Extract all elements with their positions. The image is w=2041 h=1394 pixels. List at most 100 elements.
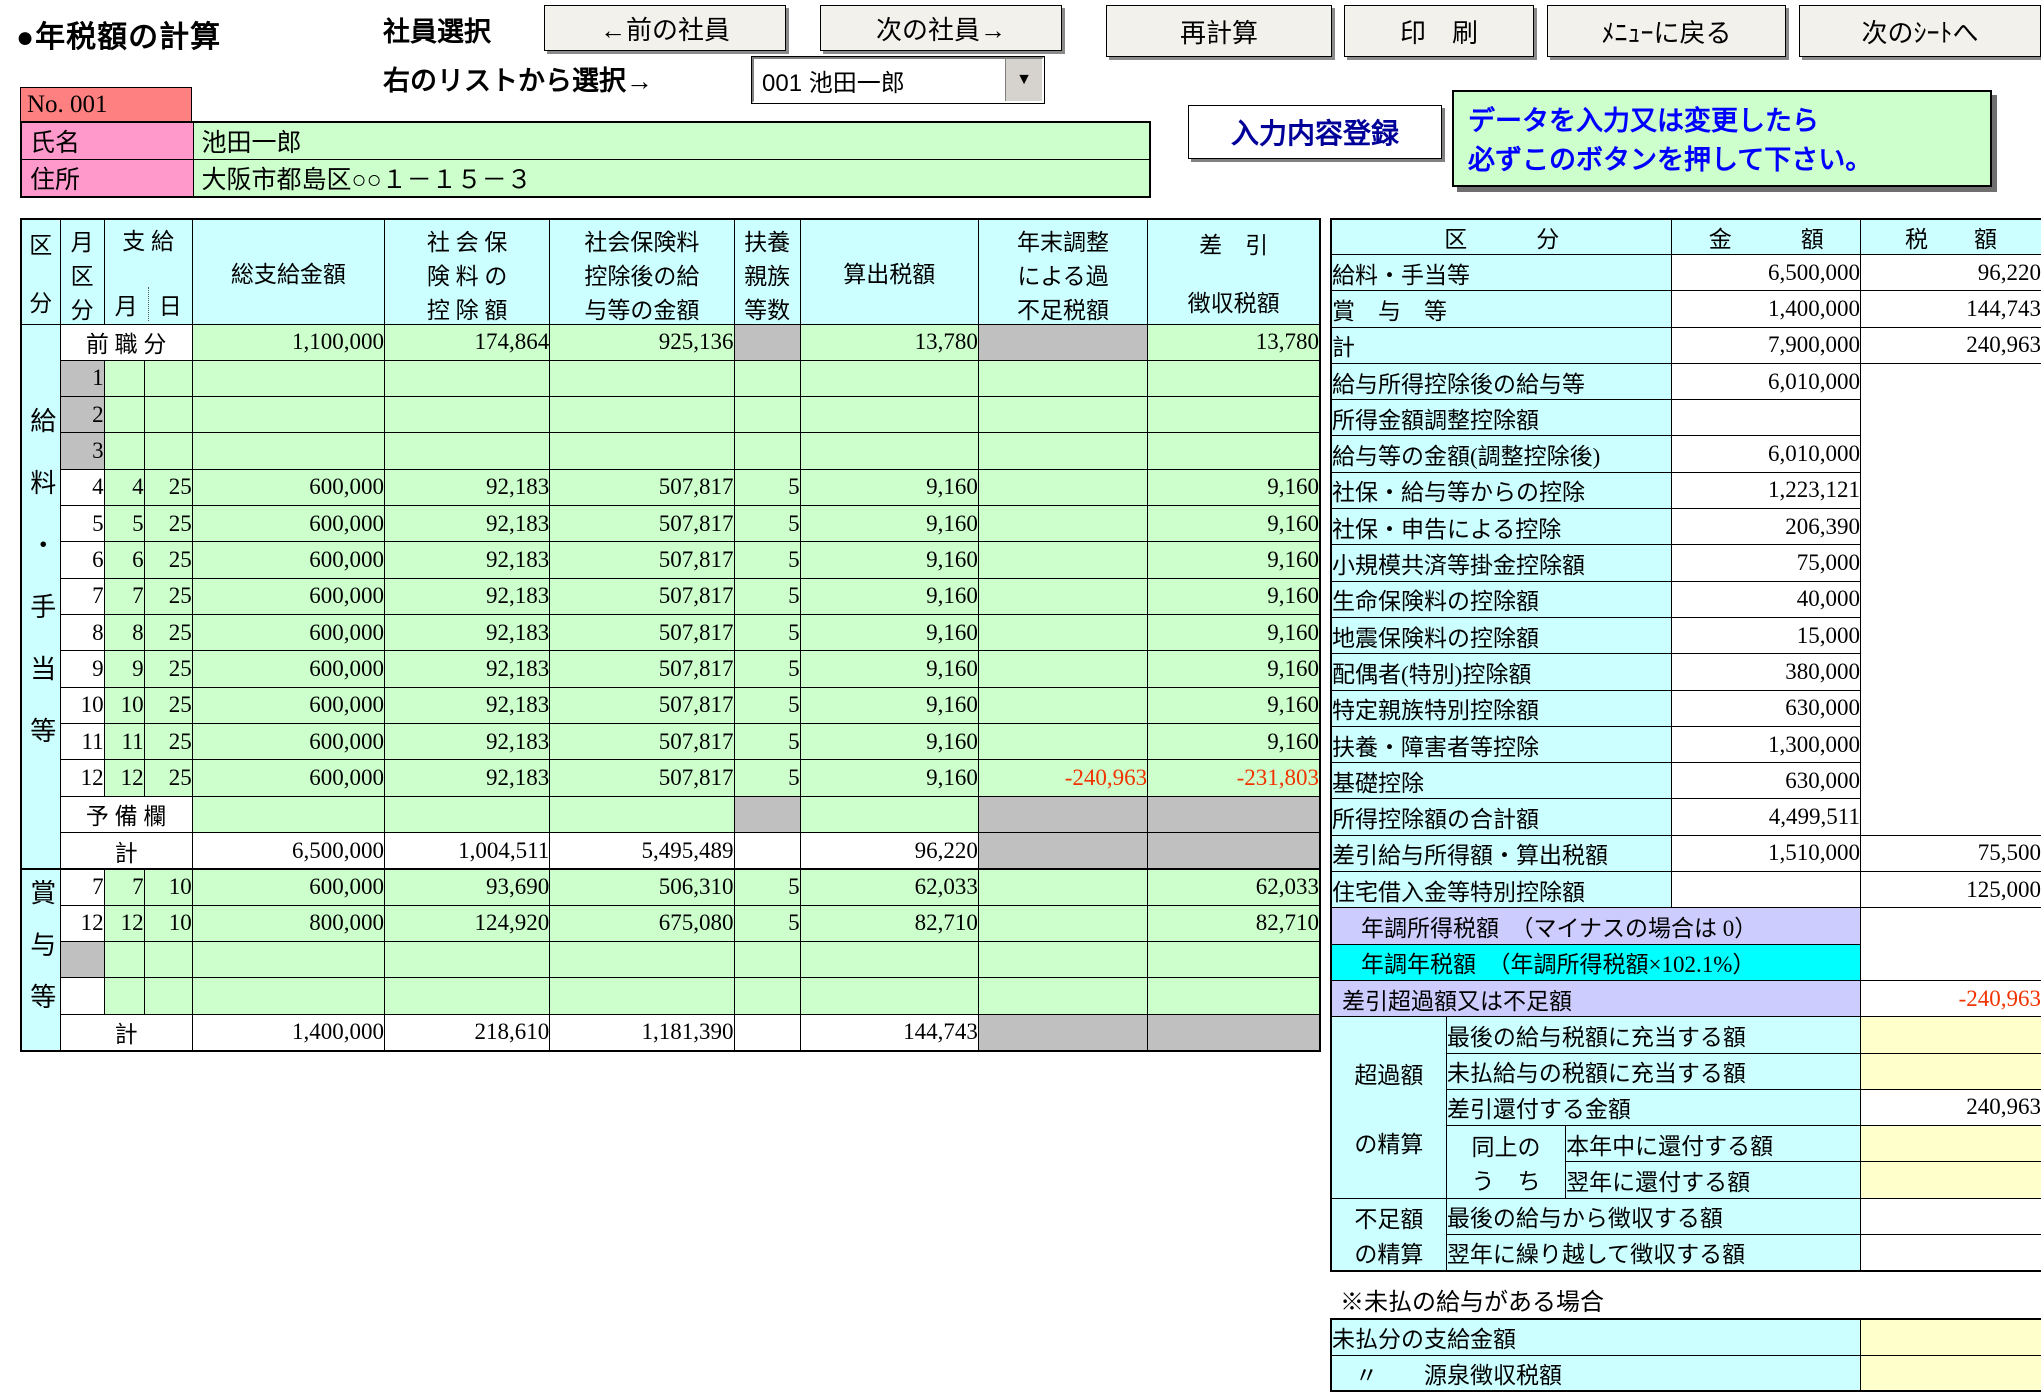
calc-tax-cell[interactable]: 9,160 [800,615,978,651]
adjust-cell[interactable] [978,578,1147,614]
insurance-cell[interactable]: 92,183 [385,506,550,542]
after-insurance-cell[interactable]: 507,817 [550,615,734,651]
next-employee-button[interactable]: 次の社員→ [820,5,1062,51]
insurance-cell[interactable]: 174,864 [385,324,550,360]
after-insurance-cell[interactable]: 507,817 [550,542,734,578]
after-insurance-cell[interactable]: 507,817 [550,651,734,687]
refund-this-year-input[interactable] [1860,1126,2041,1162]
after-insurance-cell[interactable] [550,978,734,1014]
insurance-cell[interactable]: 92,183 [385,469,550,505]
pay-month-cell[interactable]: 6 [104,542,144,578]
pay-day-cell[interactable] [144,978,192,1014]
dependents-cell[interactable]: 5 [734,687,800,723]
adjust-cell[interactable] [978,651,1147,687]
gross-cell[interactable]: 600,000 [192,469,384,505]
after-insurance-cell[interactable]: 507,817 [550,724,734,760]
calc-tax-cell[interactable]: 9,160 [800,651,978,687]
dependents-cell[interactable] [734,360,800,396]
dependents-cell[interactable]: 5 [734,469,800,505]
unpaid-withholding-input[interactable] [1860,1355,2041,1391]
dependents-cell[interactable]: 5 [734,869,800,905]
after-insurance-cell[interactable]: 506,310 [550,869,734,905]
adjust-cell[interactable] [978,942,1147,978]
gross-cell[interactable]: 600,000 [192,687,384,723]
adjust-cell[interactable] [978,687,1147,723]
collected-cell[interactable]: 13,780 [1148,324,1320,360]
refund-next-year-input[interactable] [1860,1162,2041,1198]
pay-day-cell[interactable]: 25 [144,542,192,578]
calc-tax-cell[interactable] [800,433,978,469]
recalculate-button[interactable]: 再計算 [1106,5,1332,57]
adjust-cell[interactable] [978,869,1147,905]
gross-cell[interactable]: 600,000 [192,651,384,687]
gross-cell[interactable]: 600,000 [192,724,384,760]
collected-cell[interactable]: 9,160 [1148,469,1320,505]
dependents-cell[interactable]: 5 [734,542,800,578]
dependents-cell[interactable]: 5 [734,651,800,687]
collected-cell[interactable]: 62,033 [1148,869,1320,905]
insurance-cell[interactable] [385,978,550,1014]
gross-cell[interactable] [192,397,384,433]
name-value-cell[interactable]: 池田一郎 [193,122,1150,160]
collected-cell[interactable]: 9,160 [1148,724,1320,760]
dependents-cell[interactable] [734,397,800,433]
gross-cell[interactable] [192,433,384,469]
gross-cell[interactable]: 600,000 [192,506,384,542]
pay-day-cell[interactable]: 10 [144,905,192,941]
collected-cell[interactable] [1148,942,1320,978]
collected-cell[interactable]: 9,160 [1148,578,1320,614]
pay-month-cell[interactable] [104,433,144,469]
calc-tax-cell[interactable] [800,360,978,396]
dependents-cell[interactable] [734,978,800,1014]
pay-month-cell[interactable]: 12 [104,760,144,796]
after-insurance-cell[interactable]: 675,080 [550,905,734,941]
collected-cell[interactable]: 9,160 [1148,542,1320,578]
calc-tax-cell[interactable]: 9,160 [800,542,978,578]
calc-tax-cell[interactable] [800,796,978,832]
calc-tax-cell[interactable] [800,397,978,433]
pay-day-cell[interactable]: 10 [144,869,192,905]
pay-day-cell[interactable]: 25 [144,469,192,505]
excess-apply-unpaid-input[interactable] [1860,1053,2041,1089]
after-insurance-cell[interactable]: 507,817 [550,506,734,542]
after-insurance-cell[interactable]: 925,136 [550,324,734,360]
after-insurance-cell[interactable] [550,397,734,433]
insurance-cell[interactable]: 92,183 [385,542,550,578]
collected-cell[interactable] [1148,397,1320,433]
next-sheet-button[interactable]: 次のｼｰﾄへ [1799,5,2041,57]
after-insurance-cell[interactable] [550,942,734,978]
adjust-cell[interactable] [978,615,1147,651]
pay-month-cell[interactable]: 7 [104,869,144,905]
dependents-cell[interactable]: 5 [734,578,800,614]
insurance-cell[interactable] [385,397,550,433]
insurance-cell[interactable]: 92,183 [385,578,550,614]
pay-day-cell[interactable] [144,397,192,433]
pay-month-cell[interactable]: 4 [104,469,144,505]
gross-cell[interactable]: 800,000 [192,905,384,941]
after-insurance-cell[interactable]: 507,817 [550,578,734,614]
pay-month-cell[interactable] [104,360,144,396]
adjust-cell[interactable] [978,469,1147,505]
gross-cell[interactable] [192,360,384,396]
after-insurance-cell[interactable] [550,433,734,469]
dependents-cell[interactable] [734,433,800,469]
collected-cell[interactable] [1148,433,1320,469]
unpaid-amount-input[interactable] [1860,1319,2041,1355]
calc-tax-cell[interactable]: 9,160 [800,506,978,542]
gross-cell[interactable]: 600,000 [192,615,384,651]
calc-tax-cell[interactable]: 9,160 [800,687,978,723]
insurance-cell[interactable] [385,433,550,469]
dependents-cell[interactable]: 5 [734,905,800,941]
pay-month-cell[interactable]: 12 [104,905,144,941]
calc-tax-cell[interactable]: 62,033 [800,869,978,905]
gross-cell[interactable]: 600,000 [192,869,384,905]
calc-tax-cell[interactable] [800,978,978,1014]
collected-cell[interactable] [1148,978,1320,1014]
insurance-cell[interactable]: 124,920 [385,905,550,941]
pay-month-cell[interactable] [104,978,144,1014]
adjust-cell[interactable] [978,542,1147,578]
adjust-cell[interactable] [978,397,1147,433]
insurance-cell[interactable] [385,360,550,396]
insurance-cell[interactable] [385,796,550,832]
pay-day-cell[interactable]: 25 [144,506,192,542]
